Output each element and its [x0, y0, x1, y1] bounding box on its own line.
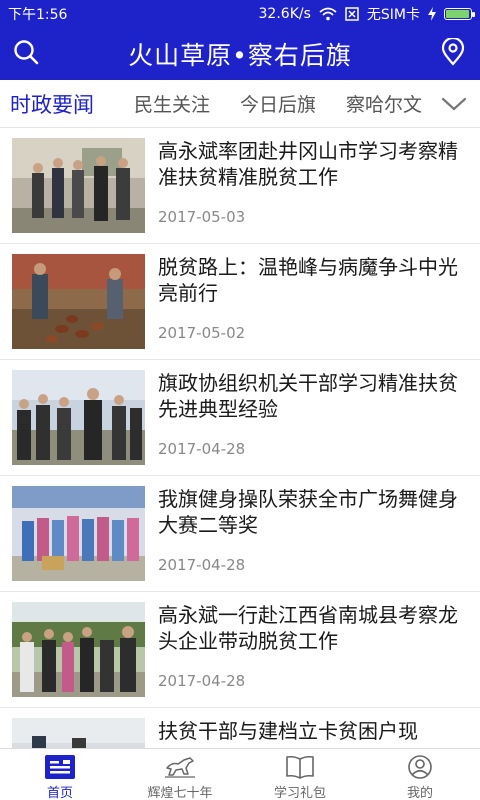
battery-fill	[446, 10, 469, 18]
book-icon	[286, 755, 314, 779]
tab-livelihood[interactable]: 民生关注	[134, 90, 210, 117]
news-item[interactable]: 脱贫路上：温艳峰与病魔争斗中光亮前行 2017-05-02	[0, 244, 480, 360]
app-header: 火山草原•察右后旗	[0, 26, 480, 80]
news-title: 我旗健身操队荣获全市广场舞健身大赛二等奖	[158, 487, 458, 537]
home-news-icon	[45, 755, 75, 779]
category-tabs: 时政要闻 民生关注 今日后旗 察哈尔文	[0, 80, 480, 128]
nav-glorious-label: 辉煌七十年	[147, 786, 213, 800]
news-item[interactable]: 高永斌率团赴井冈山市学习考察精准扶贫精准脱贫工作 2017-05-03	[0, 128, 480, 244]
network-speed: 32.6K/s	[258, 6, 311, 22]
sim-alert-icon	[345, 7, 359, 21]
battery-icon	[444, 8, 475, 20]
news-date: 2017-05-02	[158, 324, 246, 342]
horse-icon	[165, 757, 195, 778]
tab-politics-news[interactable]: 时政要闻	[10, 89, 94, 119]
nav-study-label: 学习礼包	[273, 786, 326, 800]
news-title: 扶贫干部与建档立卡贫困户现	[158, 719, 418, 743]
news-item[interactable]: 旗政协组织机关干部学习精准扶贫先进典型经验 2017-04-28	[0, 360, 480, 476]
news-date: 2017-04-28	[158, 440, 246, 458]
sim-status: 无SIM卡	[366, 7, 420, 23]
nav-home-label: 首页	[46, 786, 73, 800]
nav-mine-label: 我的	[406, 786, 433, 800]
news-date: 2017-04-28	[158, 556, 246, 574]
nav-home[interactable]: 首页	[0, 749, 120, 800]
news-title: 高永斌一行赴江西省南城县考察龙头企业带动脱贫工作	[158, 603, 458, 653]
news-date: 2017-04-28	[158, 672, 246, 690]
news-list: 高永斌率团赴井冈山市学习考察精准扶贫精准脱贫工作 2017-05-03 脱贫路上…	[0, 128, 480, 748]
news-item[interactable]: 我旗健身操队荣获全市广场舞健身大赛二等奖 2017-04-28	[0, 476, 480, 592]
news-thumbnail	[12, 486, 145, 581]
bottom-navigation: 首页 辉煌七十年 学习礼包 我的	[0, 748, 480, 800]
news-thumbnail	[12, 718, 145, 748]
news-title: 脱贫路上：温艳峰与病魔争斗中光亮前行	[158, 255, 458, 305]
wifi-icon	[319, 7, 337, 21]
status-bar: 下午1:56 32.6K/s 无SIM卡	[0, 0, 480, 26]
news-thumbnail	[12, 254, 145, 349]
news-thumbnail	[12, 138, 145, 233]
news-title: 旗政协组织机关干部学习精准扶贫先进典型经验	[158, 371, 458, 421]
location-pin-icon[interactable]	[440, 38, 466, 66]
status-time: 下午1:56	[8, 7, 68, 23]
tab-chahar-culture[interactable]: 察哈尔文	[346, 90, 422, 117]
nav-glorious-70-years[interactable]: 辉煌七十年	[120, 749, 240, 800]
news-date: 2017-05-03	[158, 208, 246, 226]
charging-icon	[428, 7, 436, 21]
news-item[interactable]: 扶贫干部与建档立卡贫困户现	[0, 708, 480, 748]
profile-icon	[408, 755, 432, 779]
news-item[interactable]: 高永斌一行赴江西省南城县考察龙头企业带动脱贫工作 2017-04-28	[0, 592, 480, 708]
tab-today-houqi[interactable]: 今日后旗	[240, 90, 316, 117]
news-thumbnail	[12, 602, 145, 697]
news-thumbnail	[12, 370, 145, 465]
nav-mine[interactable]: 我的	[360, 749, 480, 800]
news-title: 高永斌率团赴井冈山市学习考察精准扶贫精准脱贫工作	[158, 139, 458, 189]
page-title: 火山草原•察右后旗	[128, 41, 352, 70]
chevron-down-icon[interactable]	[440, 94, 468, 114]
nav-study-pack[interactable]: 学习礼包	[240, 749, 360, 800]
status-indicators: 32.6K/s 无SIM卡	[258, 4, 475, 24]
